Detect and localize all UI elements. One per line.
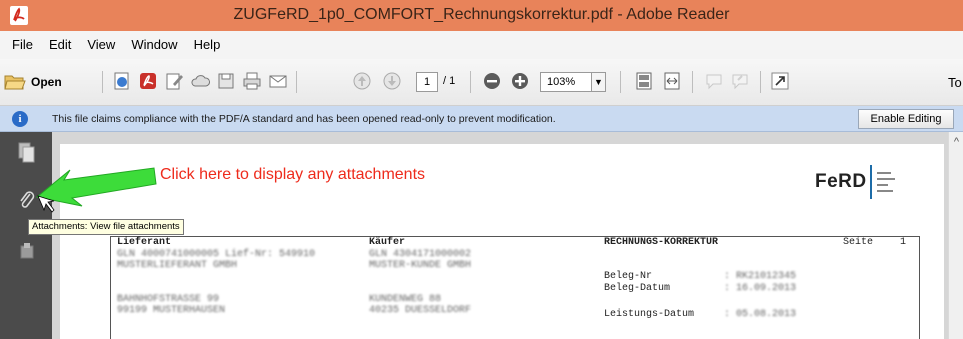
page-down-icon[interactable] (382, 71, 402, 91)
zoom-in-icon[interactable] (510, 71, 530, 91)
buyer-label: Käufer (369, 237, 406, 248)
comment-icon[interactable] (704, 71, 724, 91)
field-label: Beleg-Datum (604, 283, 671, 294)
page-up-icon[interactable] (352, 71, 372, 91)
window-title: ZUGFeRD_1p0_COMFORT_Rechnungskorrektur.p… (233, 6, 730, 23)
toolbar-divider (296, 71, 297, 93)
field-label: Beleg-Nr (604, 271, 653, 282)
buyer-gln: GLN 4304171000002 (369, 249, 472, 260)
buyer-name: MUSTER-KUNDE GMBH (369, 260, 472, 271)
print-icon[interactable] (242, 71, 262, 91)
fit-page-icon[interactable] (634, 71, 654, 91)
page-number-input[interactable]: 1 (416, 72, 438, 92)
field-label: Leistungs-Datum (604, 309, 695, 320)
attachment-hint-text: Click here to display any attachments (160, 166, 426, 183)
logo-divider (870, 165, 872, 199)
buyer-city: 40235 DUESSELDORF (369, 305, 472, 316)
pdfa-message: This file claims compliance with the PDF… (52, 113, 556, 125)
field-value: : RK21012345 (724, 271, 797, 282)
fullscreen-icon[interactable] (770, 71, 790, 91)
save-icon[interactable] (216, 71, 236, 91)
menu-view[interactable]: View (79, 31, 123, 59)
folder-open-icon (4, 75, 26, 90)
cloud-icon[interactable] (190, 71, 210, 91)
toolbar-divider (620, 71, 621, 93)
window-titlebar[interactable]: ZUGFeRD_1p0_COMFORT_Rechnungskorrektur.p… (0, 0, 963, 31)
page-thumbnails-icon[interactable] (18, 142, 36, 164)
signatures-icon[interactable] (18, 240, 36, 262)
acrobat-icon[interactable] (138, 71, 158, 91)
supplier-name: MUSTERLIEFERANT GMBH (117, 260, 238, 271)
zoom-level-input[interactable]: 103% (540, 72, 592, 92)
field-value: : 05.08.2013 (724, 309, 797, 320)
menu-file[interactable]: File (4, 31, 41, 59)
info-icon: i (12, 111, 28, 127)
supplier-street: BAHNHOFSTRASSE 99 (117, 294, 220, 305)
document-type: RECHNUNGS-KORREKTUR (604, 237, 719, 248)
main-toolbar: Open 1 / 1 103% ▼ To (0, 59, 963, 106)
supplier-gln: GLN 4000741000005 Lief-Nr: 549910 (117, 249, 316, 260)
tools-pane-button[interactable]: To (948, 75, 962, 90)
edit-icon[interactable] (164, 71, 184, 91)
toolbar-divider (692, 71, 693, 93)
toolbar-divider (470, 71, 471, 93)
menu-bar: File Edit View Window Help (0, 31, 963, 59)
enable-editing-button[interactable]: Enable Editing (858, 109, 954, 129)
fit-width-icon[interactable] (662, 71, 682, 91)
toolbar-divider (102, 71, 103, 93)
open-label: Open (31, 75, 62, 89)
create-pdf-icon[interactable] (112, 71, 132, 91)
pdfa-info-bar: i This file claims compliance with the P… (0, 106, 963, 132)
logo-tagline-graphic (877, 172, 895, 192)
scroll-up-icon[interactable]: ^ (949, 136, 963, 150)
vertical-scrollbar[interactable]: ^ (948, 132, 963, 339)
page-number: 1 (900, 237, 907, 248)
page-total: / 1 (443, 75, 456, 87)
menu-help[interactable]: Help (186, 31, 229, 59)
chevron-down-icon[interactable]: ▼ (592, 72, 606, 92)
zoom-out-icon[interactable] (482, 71, 502, 91)
menu-window[interactable]: Window (123, 31, 185, 59)
supplier-city: 99199 MUSTERHAUSEN (117, 305, 226, 316)
email-icon[interactable] (268, 71, 288, 91)
field-value: : 16.09.2013 (724, 283, 797, 294)
open-button[interactable]: Open (4, 71, 62, 93)
page-label: Seite (843, 237, 874, 248)
menu-edit[interactable]: Edit (41, 31, 79, 59)
navigation-pane (0, 132, 52, 339)
supplier-label: Lieferant (117, 237, 172, 248)
attachments-paperclip-icon[interactable] (18, 190, 36, 212)
highlight-icon[interactable] (730, 71, 750, 91)
attachments-tooltip: Attachments: View file attachments (28, 219, 184, 235)
toolbar-divider (760, 71, 761, 93)
buyer-street: KUNDENWEG 88 (369, 294, 442, 305)
ferd-logo: FeRD (815, 171, 867, 192)
